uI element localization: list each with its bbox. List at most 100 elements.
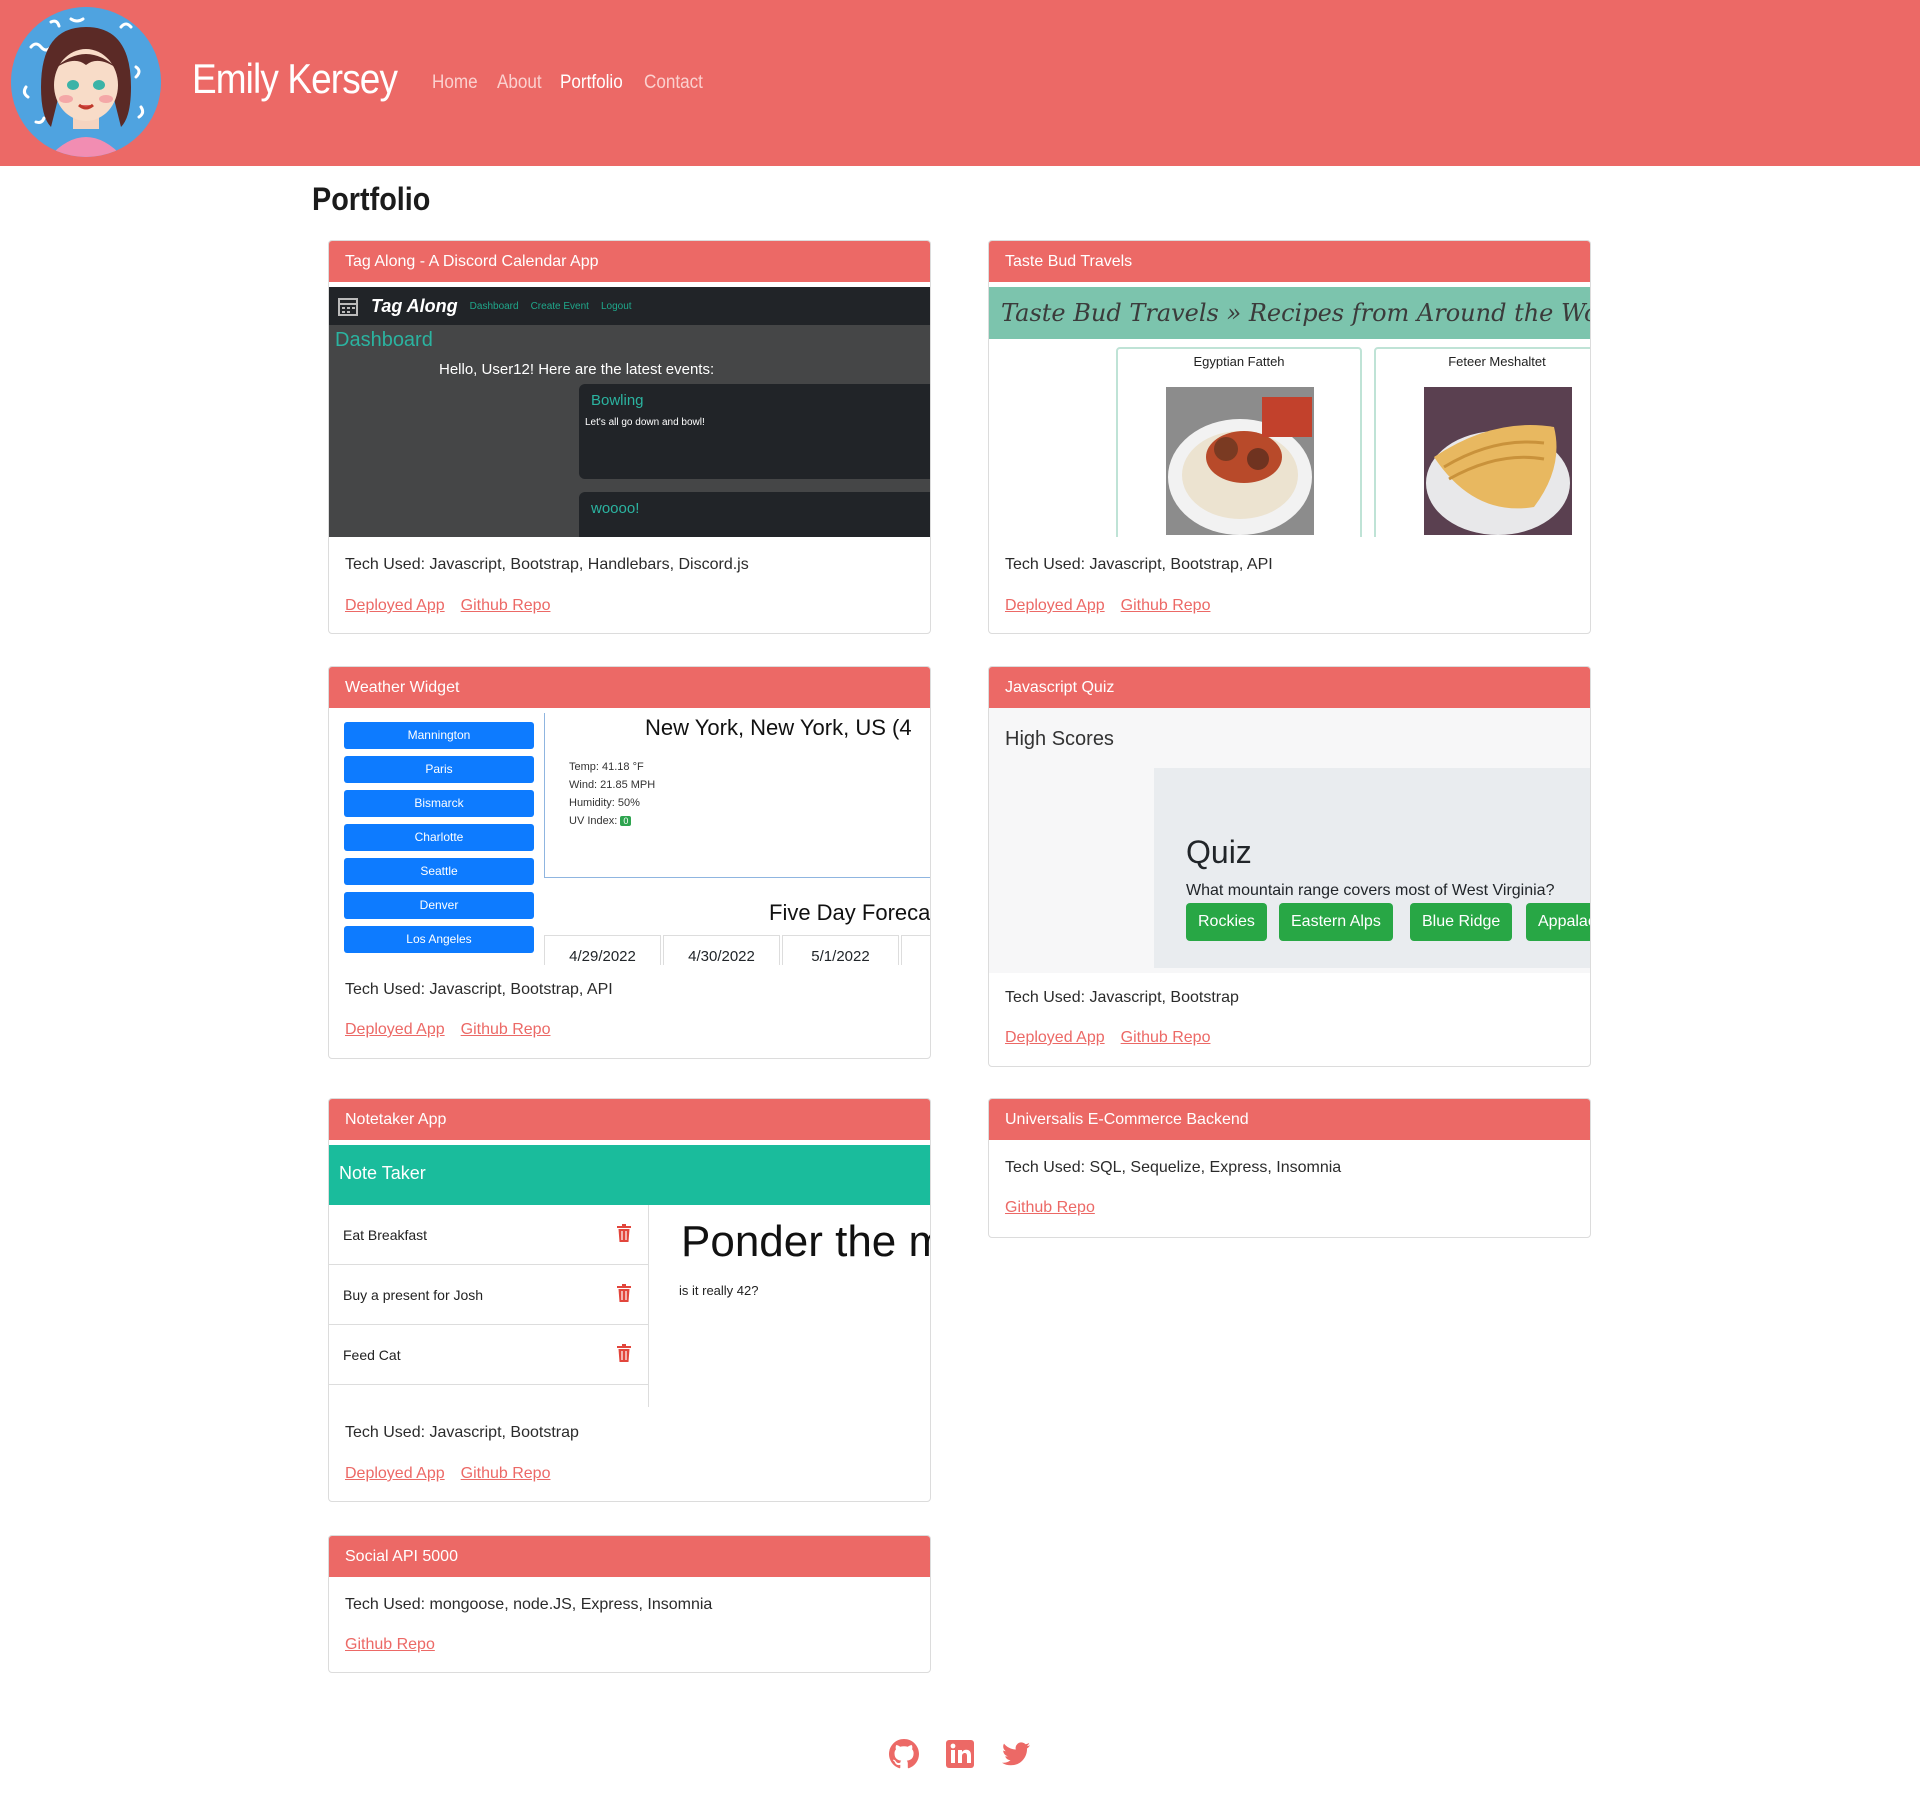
- quiz-title: Quiz: [1186, 834, 1252, 870]
- note-title: Eat Breakfast: [343, 1227, 428, 1243]
- project-card-tag-along: Tag Along - A Discord Calendar App Tag A…: [328, 240, 931, 634]
- event-desc: Let's all go down and bowl!: [585, 417, 705, 428]
- app-banner-title: Taste Bud Travels » Recipes from Around …: [1001, 299, 1591, 327]
- footer: [0, 1738, 1920, 1770]
- card-title: Social API 5000: [329, 1536, 930, 1577]
- recipe-card: Egyptian Fatteh: [1116, 347, 1362, 537]
- nav-home[interactable]: Home: [432, 72, 478, 94]
- project-card-universalis: Universalis E-Commerce Backend Tech Used…: [988, 1098, 1591, 1238]
- github-repo-link[interactable]: Github Repo: [461, 1465, 551, 1482]
- uv-badge: 0: [620, 816, 632, 826]
- event-card: woooo!: [579, 492, 930, 537]
- city-button: Denver: [344, 892, 534, 919]
- project-card-notetaker: Notetaker App Note Taker Eat Breakfast B…: [328, 1098, 931, 1502]
- recipe-card: Feteer Meshaltet: [1374, 347, 1590, 537]
- nav-portfolio[interactable]: Portfolio: [560, 72, 623, 94]
- tech-used: Tech Used: Javascript, Bootstrap, API: [1005, 556, 1273, 573]
- nav-about[interactable]: About: [497, 72, 542, 94]
- note-active-title: Ponder the m: [681, 1217, 931, 1266]
- app-logo: Tag Along: [371, 295, 458, 316]
- card-title: Notetaker App: [329, 1099, 930, 1140]
- tech-used: Tech Used: Javascript, Bootstrap, Handle…: [345, 556, 749, 573]
- calendar-icon: [338, 298, 358, 316]
- deployed-app-link[interactable]: Deployed App: [1005, 1029, 1105, 1046]
- forecast-day: [901, 935, 930, 965]
- main-nav: Home About Portfolio Contact: [432, 72, 710, 94]
- uv-label: UV Index:: [569, 815, 618, 827]
- github-repo-link[interactable]: Github Repo: [345, 1636, 435, 1653]
- project-links: Deployed App Github Repo: [345, 1021, 566, 1039]
- tech-used: Tech Used: mongoose, node.JS, Express, I…: [345, 1596, 713, 1613]
- deployed-app-link[interactable]: Deployed App: [345, 1465, 445, 1482]
- forecast-day: 4/30/2022: [663, 935, 780, 965]
- project-links: Deployed App Github Repo: [345, 1465, 566, 1483]
- card-title: Tag Along - A Discord Calendar App: [329, 241, 930, 282]
- deployed-app-link[interactable]: Deployed App: [345, 597, 445, 614]
- avatar: [11, 7, 161, 157]
- recipe-name: Egyptian Fatteh: [1193, 354, 1285, 369]
- app-navbar: Note Taker: [329, 1145, 930, 1205]
- site-name: Emily Kersey: [192, 55, 398, 102]
- high-scores-link: High Scores: [1005, 728, 1114, 750]
- github-repo-link[interactable]: Github Repo: [461, 597, 551, 614]
- project-card-javascript-quiz: Javascript Quiz High Scores Quiz What mo…: [988, 666, 1591, 1067]
- recipe-name: Feteer Meshaltet: [1448, 354, 1546, 369]
- quiz-panel: Quiz What mountain range covers most of …: [1154, 768, 1590, 968]
- answer-button: Rockies: [1186, 903, 1267, 941]
- page-title: Portfolio: [312, 181, 431, 217]
- event-title: woooo!: [591, 500, 640, 517]
- forecast-day: 5/1/2022: [782, 935, 899, 965]
- project-links: Deployed App Github Repo: [1005, 597, 1226, 615]
- city-button: Charlotte: [344, 824, 534, 851]
- github-repo-link[interactable]: Github Repo: [461, 1021, 551, 1038]
- tech-used: Tech Used: SQL, Sequelize, Express, Inso…: [1005, 1159, 1342, 1176]
- recipe-image: [1166, 387, 1314, 535]
- forecast-title: Five Day Foreca: [769, 900, 931, 925]
- github-repo-link[interactable]: Github Repo: [1121, 597, 1211, 614]
- uv-index: UV Index: 0: [569, 815, 632, 827]
- project-card-weather-widget: Weather Widget Mannington Paris Bismarck…: [328, 666, 931, 1059]
- app-greeting: Hello, User12! Here are the latest event…: [439, 361, 715, 378]
- city-button: Seattle: [344, 858, 534, 885]
- card-title: Universalis E-Commerce Backend: [989, 1099, 1590, 1140]
- card-title: Weather Widget: [329, 667, 930, 708]
- card-title: Taste Bud Travels: [989, 241, 1590, 282]
- twitter-icon[interactable]: [1000, 1738, 1032, 1770]
- note-item: Buy a present for Josh: [329, 1265, 648, 1325]
- note-active-text: is it really 42?: [679, 1283, 759, 1298]
- recipe-image: [1424, 387, 1572, 535]
- deployed-app-link[interactable]: Deployed App: [1005, 597, 1105, 614]
- github-repo-link[interactable]: Github Repo: [1005, 1199, 1095, 1216]
- linkedin-icon[interactable]: [944, 1738, 976, 1770]
- deployed-app-link[interactable]: Deployed App: [345, 1021, 445, 1038]
- site-header: Emily Kersey Home About Portfolio Contac…: [0, 0, 1920, 166]
- project-links: Github Repo: [345, 1636, 451, 1654]
- trash-icon: [617, 1284, 631, 1302]
- project-screenshot: Tag Along Dashboard Create Event Logout …: [329, 287, 930, 537]
- project-links: Github Repo: [1005, 1199, 1111, 1217]
- app-nav-link: Dashboard: [469, 300, 519, 312]
- note-title: Feed Cat: [343, 1347, 401, 1363]
- project-screenshot: Mannington Paris Bismarck Charlotte Seat…: [329, 713, 931, 965]
- app-banner: Taste Bud Travels » Recipes from Around …: [989, 287, 1591, 339]
- note-list: Eat Breakfast Buy a present for Josh Fee…: [329, 1205, 649, 1407]
- weather-stat: Humidity: 50%: [569, 797, 640, 809]
- city-button: Mannington: [344, 722, 534, 749]
- project-screenshot: High Scores Quiz What mountain range cov…: [989, 708, 1590, 973]
- trash-icon: [617, 1344, 631, 1362]
- app-heading: Dashboard: [335, 329, 433, 351]
- current-city: New York, New York, US (4: [645, 715, 912, 740]
- card-title: Javascript Quiz: [989, 667, 1590, 708]
- project-card-taste-bud-travels: Taste Bud Travels Taste Bud Travels » Re…: [988, 240, 1591, 634]
- tech-used: Tech Used: Javascript, Bootstrap: [345, 1424, 579, 1441]
- github-repo-link[interactable]: Github Repo: [1121, 1029, 1211, 1046]
- nav-contact[interactable]: Contact: [644, 72, 703, 94]
- tech-used: Tech Used: Javascript, Bootstrap: [1005, 989, 1239, 1006]
- city-button: Paris: [344, 756, 534, 783]
- city-button: Los Angeles: [344, 926, 534, 953]
- app-navbar: Tag Along Dashboard Create Event Logout: [329, 287, 930, 325]
- forecast-day: 4/29/2022: [544, 935, 661, 965]
- github-icon[interactable]: [888, 1738, 920, 1770]
- current-weather: New York, New York, US (4 Temp: 41.18 °F…: [544, 713, 930, 878]
- weather-stat: Temp: 41.18 °F: [569, 761, 644, 773]
